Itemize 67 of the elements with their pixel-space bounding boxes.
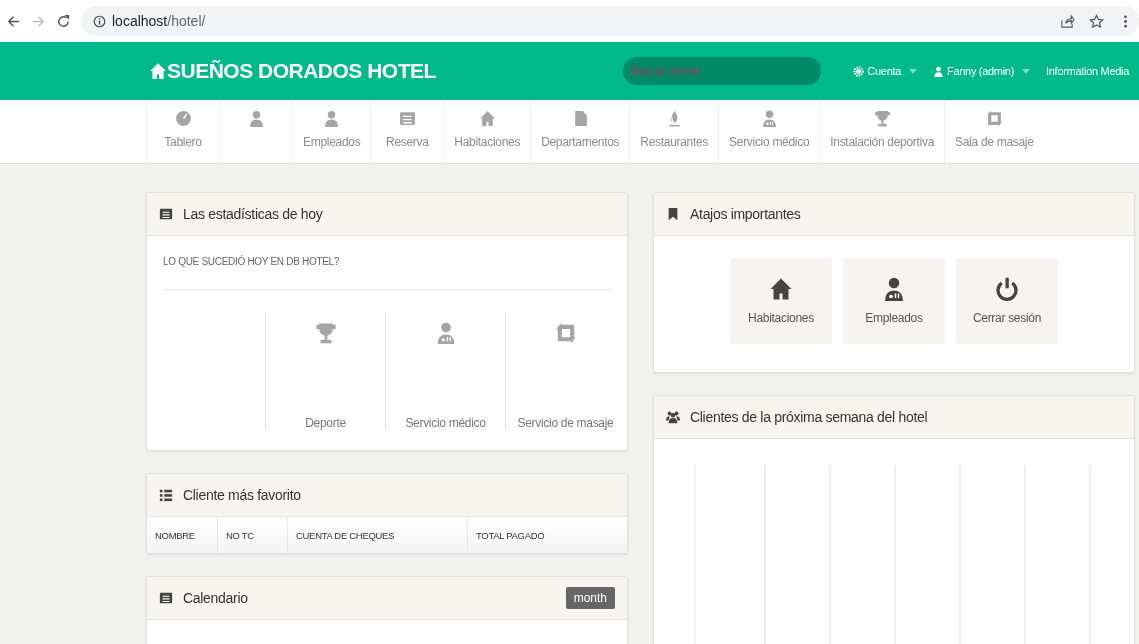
list-icon <box>159 488 173 502</box>
dashboard-icon <box>174 110 192 127</box>
nav-link[interactable]: Cuenta <box>853 65 918 77</box>
shortcut-button[interactable]: Habitaciones <box>730 258 832 344</box>
nav-tab[interactable]: Instalación deportiva <box>819 100 945 163</box>
panel-title: Calendario <box>183 590 248 606</box>
reload-icon[interactable] <box>56 13 71 29</box>
bookmark-icon <box>666 207 680 221</box>
doctor-icon <box>760 110 778 127</box>
settings-icon <box>853 65 865 77</box>
caret-icon <box>1022 68 1031 74</box>
brand-title[interactable]: SUEÑOS DORADOS HOTEL <box>167 59 436 83</box>
trophy-icon <box>314 322 337 344</box>
caret-icon <box>909 68 918 74</box>
user-icon <box>323 110 341 127</box>
trophy-icon <box>873 110 891 127</box>
doctor-icon <box>882 277 906 301</box>
shortcut-button[interactable]: Cerrar sesión <box>956 258 1058 344</box>
panel-title: Las estadísticas de hoy <box>183 206 323 222</box>
share-icon[interactable] <box>1060 13 1075 29</box>
tab-label: Sala de masaje <box>955 135 1034 149</box>
panel-title: Clientes de la próxima semana del hotel <box>690 409 928 425</box>
list-icon <box>398 110 416 127</box>
nav-tab[interactable]: Reserva <box>370 100 444 163</box>
shortcut-button[interactable]: Empleados <box>843 258 945 344</box>
info-icon <box>93 14 106 28</box>
url-text: localhost/hotel/ <box>112 13 206 29</box>
house-icon <box>478 110 496 127</box>
column-header: CUENTA DE CHEQUES <box>287 517 467 553</box>
nav-tab[interactable]: Tablero <box>146 100 219 163</box>
user-icon <box>247 110 265 127</box>
panel-title: Cliente más favorito <box>183 487 301 503</box>
stat-label: Servicio de masaje <box>517 416 614 430</box>
people-icon <box>666 410 680 424</box>
tab-label: Restaurantes <box>640 135 709 149</box>
tab-label: Servicio médico <box>729 135 810 149</box>
user-icon <box>933 65 945 77</box>
column-header: TOTAL PAGADO <box>467 517 627 553</box>
month-button[interactable]: month <box>565 587 615 609</box>
house-icon <box>769 277 793 301</box>
stat-label: Deporte <box>305 416 346 430</box>
house-icon <box>149 62 167 80</box>
nav-link[interactable]: Fanny (admin) <box>933 65 1031 77</box>
star-icon[interactable] <box>1089 13 1104 29</box>
nav-link[interactable]: Information Media <box>1046 65 1129 77</box>
tab-label: Departamentos <box>541 135 620 149</box>
tab-label: Empleados <box>303 135 361 149</box>
search-field[interactable]: Buscar cliente <box>623 57 822 85</box>
column-header: NOMBRE <box>154 528 196 543</box>
stat-label: Servicio médico <box>405 416 486 430</box>
nav-tab[interactable]: Servicio médico <box>718 100 820 163</box>
tab-label: Reserva <box>386 135 429 149</box>
panel-title: Atajos importantes <box>690 206 801 222</box>
address-bar[interactable]: localhost/hotel/ <box>81 6 1139 36</box>
nav-tab[interactable]: Departamentos <box>530 100 630 163</box>
list-icon <box>159 207 173 221</box>
nav-tab[interactable]: Restaurantes <box>629 100 719 163</box>
nav-tab[interactable]: Empleados <box>292 100 371 163</box>
tab-label: Instalación deportiva <box>830 135 935 149</box>
list-icon <box>159 591 173 605</box>
tab-label: Habitaciones <box>454 135 521 149</box>
tab-label: Tablero <box>164 135 202 149</box>
nav-tab[interactable]: Sala de masaje <box>944 100 1044 163</box>
stats-subtitle: LO QUE SUCEDIÓ HOY EN DB HOTEL? <box>163 256 341 267</box>
nav-tab[interactable]: Habitaciones <box>443 100 531 163</box>
power-icon <box>995 277 1019 301</box>
column-header: NO TC <box>217 517 287 553</box>
